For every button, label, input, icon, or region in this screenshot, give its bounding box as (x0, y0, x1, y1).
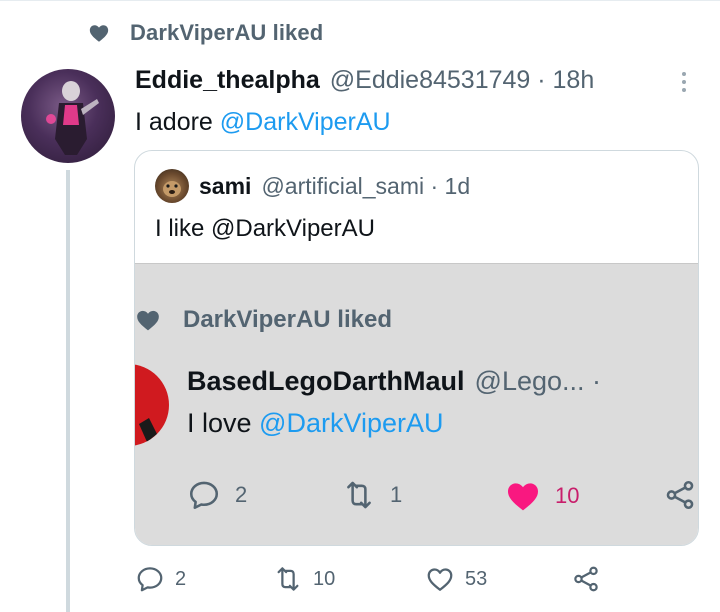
quoted-tweet-text: I like @DarkViperAU (155, 215, 375, 242)
handle-and-time[interactable]: @Eddie84531749 · 18h (330, 66, 594, 95)
quoted-display-name[interactable]: sami (199, 173, 251, 200)
quoted-avatar (155, 169, 189, 203)
like-count: 53 (465, 567, 488, 590)
embedded-heart-icon (137, 310, 159, 331)
more-options-icon[interactable] (672, 70, 696, 94)
embedded-mention: @DarkViperAU (259, 408, 444, 438)
embedded-text-body: I love (187, 408, 260, 438)
avatar[interactable] (21, 69, 115, 163)
embedded-retweet-count: 1 (390, 482, 403, 507)
tweet-text-body: I adore (135, 108, 220, 136)
retweet-count: 10 (313, 567, 336, 590)
embedded-tweet-text: I love @DarkViperAU (187, 408, 444, 439)
embedded-share-action (663, 478, 697, 512)
heart-icon (89, 25, 109, 42)
embedded-action-bar: 2 1 10 (187, 474, 698, 514)
embedded-avatar-image (139, 418, 157, 442)
share-icon (666, 480, 694, 510)
embedded-context-label: DarkViperAU liked (183, 306, 392, 333)
reply-icon[interactable] (135, 564, 165, 594)
share-icon[interactable] (571, 564, 601, 594)
tweet-action-bar: 2 10 53 (135, 562, 615, 602)
social-context: DarkViperAU liked (88, 20, 323, 46)
reply-button[interactable]: 2 (135, 564, 186, 594)
liked-heart-icon (508, 483, 538, 511)
tweet-header: Eddie_thealpha @Eddie84531749 · 18h (135, 66, 594, 95)
quoted-tweet-card[interactable]: sami @artificial_sami · 1d I like @DarkV… (134, 150, 699, 546)
display-name[interactable]: Eddie_thealpha (135, 66, 320, 95)
embedded-handle: @Lego... · (474, 366, 602, 396)
quoted-tweet-header: sami @artificial_sami · 1d (155, 169, 470, 203)
share-button[interactable] (571, 564, 601, 594)
top-divider (0, 0, 720, 1)
social-context-label: DarkViperAU liked (130, 20, 324, 45)
avatar-image (46, 81, 99, 155)
embedded-social-context: DarkViperAU liked (135, 306, 392, 334)
embedded-reply-count: 2 (235, 482, 248, 507)
retweet-icon[interactable] (273, 564, 303, 594)
reply-icon (189, 481, 219, 510)
embedded-avatar (135, 364, 169, 446)
reply-count: 2 (175, 567, 187, 590)
retweet-icon (347, 481, 371, 509)
quoted-avatar-image (163, 181, 181, 197)
embedded-display-name: BasedLegoDarthMaul (187, 366, 465, 396)
tweet-text: I adore @DarkViperAU (135, 108, 391, 137)
quoted-handle-and-time[interactable]: @artificial_sami · 1d (261, 173, 470, 200)
mention-link[interactable]: @DarkViperAU (220, 108, 391, 136)
embedded-screenshot[interactable]: DarkViperAU liked BasedLegoDarthMaul @Le… (135, 263, 698, 545)
like-button[interactable]: 53 (425, 564, 487, 594)
embedded-retweet-action: 1 (342, 478, 402, 512)
heart-outline-icon[interactable] (425, 564, 455, 594)
retweet-button[interactable]: 10 (273, 564, 335, 594)
embedded-like-count: 10 (555, 483, 580, 508)
embedded-tweet-header: BasedLegoDarthMaul @Lego... · (187, 366, 601, 397)
thread-line (66, 170, 70, 612)
embedded-reply-action: 2 (187, 478, 247, 512)
embedded-like-action: 10 (505, 478, 579, 514)
